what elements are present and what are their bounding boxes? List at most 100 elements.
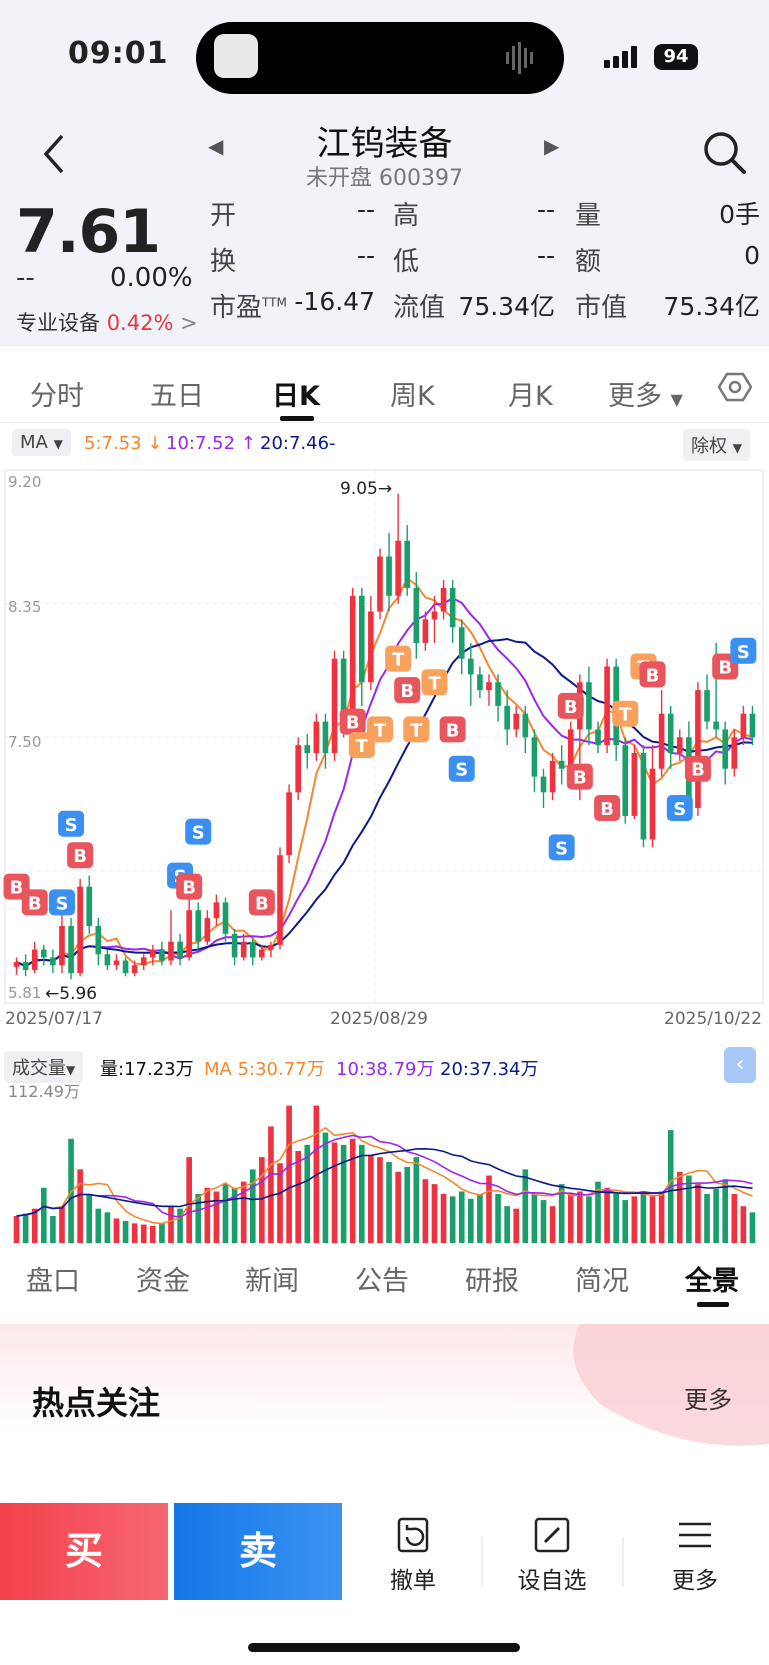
marker-label: T xyxy=(374,720,387,741)
volume-bar xyxy=(86,1193,93,1243)
volume-bar xyxy=(395,1171,401,1243)
candle-body xyxy=(268,944,274,950)
volume-bars xyxy=(13,1105,756,1243)
volume-bar xyxy=(259,1157,265,1243)
dropdown-arrow-icon: ▼ xyxy=(53,437,63,451)
settings-hexagon-icon[interactable] xyxy=(718,372,752,402)
trade-action-bar: 买 卖 撤单 设自选 更多 xyxy=(0,1503,769,1665)
buy-button[interactable]: 买 xyxy=(0,1503,168,1600)
volume-bar xyxy=(386,1162,392,1243)
volume-bar xyxy=(268,1126,274,1243)
ma-selector[interactable]: MA ▼ xyxy=(12,429,71,456)
volume-bar xyxy=(713,1189,719,1243)
marker-label: B xyxy=(346,713,360,734)
volume-bar xyxy=(40,1187,47,1243)
candle-body xyxy=(159,949,165,961)
marker-label: B xyxy=(573,768,587,789)
marker-label: S xyxy=(673,799,686,820)
candlestick-chart[interactable]: BBSSBSBSBBTTTBTTBSSBBBTTBSBBS 9.20 8.35 … xyxy=(0,465,769,1025)
info-tabs: 盘口 资金 新闻 公告 研报 简况 全景 xyxy=(0,1245,769,1311)
max-price-label: 9.05→ xyxy=(340,479,392,499)
candle-body xyxy=(640,753,647,840)
menu-icon xyxy=(679,1522,711,1548)
candle-body xyxy=(331,658,338,754)
volume-max-label: 112.49万 xyxy=(8,1082,80,1101)
candle-body xyxy=(531,737,538,777)
adjust-selector[interactable]: 除权 ▼ xyxy=(683,429,750,461)
x-tick: 2025/08/29 xyxy=(330,1009,428,1025)
cancel-order-button[interactable]: 撤单 xyxy=(358,1515,468,1595)
hot-topics-more[interactable]: 更多 xyxy=(684,1380,732,1415)
candle-body xyxy=(349,595,356,722)
candle-body xyxy=(86,886,93,926)
add-watchlist-button[interactable]: 设自选 xyxy=(497,1515,607,1595)
marker-label: S xyxy=(455,760,468,781)
tab-announcements[interactable]: 公告 xyxy=(355,1259,409,1298)
field-value-pe: -16.47 xyxy=(294,287,375,316)
dropdown-arrow-icon: ▼ xyxy=(732,441,742,455)
candle-body xyxy=(77,886,83,974)
tab-profile[interactable]: 简况 xyxy=(575,1259,629,1298)
tab-more[interactable]: 更多 ▼ xyxy=(608,374,683,413)
chevron-right-icon: > xyxy=(180,311,198,335)
x-tick: 2025/10/22 xyxy=(664,1009,762,1025)
marker-label: B xyxy=(73,846,87,867)
volume-bar xyxy=(449,1196,456,1243)
candle-body xyxy=(31,949,38,970)
tab-weekly-k[interactable]: 周K xyxy=(390,374,435,413)
volume-bar xyxy=(531,1193,538,1243)
candle-body xyxy=(168,941,174,961)
volume-bar xyxy=(195,1193,202,1243)
dynamic-island[interactable] xyxy=(196,22,564,94)
candle-body xyxy=(259,949,265,958)
candle-body xyxy=(586,682,592,730)
field-value-volume: 0手 xyxy=(719,200,760,229)
volume-bar xyxy=(331,1142,338,1243)
home-indicator xyxy=(248,1643,520,1652)
tab-order-book[interactable]: 盘口 xyxy=(26,1259,80,1298)
tab-daily-k[interactable]: 日K xyxy=(272,374,320,413)
volume-bar xyxy=(22,1213,29,1243)
sell-button[interactable]: 卖 xyxy=(174,1503,342,1600)
volume-bar xyxy=(95,1208,102,1243)
candle-body xyxy=(740,713,747,738)
tab-five-day[interactable]: 五日 xyxy=(150,374,204,413)
undo-order-icon xyxy=(397,1517,429,1553)
volume-bar xyxy=(704,1193,710,1243)
volume-bar xyxy=(104,1212,111,1243)
tab-intraday[interactable]: 分时 xyxy=(30,374,84,413)
field-value-market-cap: 75.34亿 xyxy=(663,292,760,321)
candle-body xyxy=(386,556,392,596)
candle-body xyxy=(59,925,65,966)
divider xyxy=(622,1537,624,1587)
volume-bar xyxy=(413,1157,420,1243)
marker-label: T xyxy=(356,736,369,757)
more-actions-button[interactable]: 更多 xyxy=(640,1515,750,1595)
pe-label-sup: TTM xyxy=(262,295,287,310)
tab-overview[interactable]: 全景 xyxy=(685,1259,739,1298)
volume-bar xyxy=(204,1187,211,1243)
x-tick: 2025/07/17 xyxy=(5,1009,103,1025)
tab-research[interactable]: 研报 xyxy=(465,1259,519,1298)
tab-news[interactable]: 新闻 xyxy=(245,1259,299,1298)
candle-body xyxy=(604,666,610,746)
min-price-value: 5.96 xyxy=(59,984,97,1004)
volume-bar xyxy=(440,1193,447,1243)
tab-funds[interactable]: 资金 xyxy=(136,1259,190,1298)
marker-label: B xyxy=(182,878,196,899)
field-label-turnover: 换 xyxy=(210,247,237,277)
volume-bar xyxy=(113,1218,120,1243)
tab-monthly-k[interactable]: 月K xyxy=(508,374,553,413)
island-avatar xyxy=(214,34,258,78)
marker-label: B xyxy=(646,665,660,686)
candle-body xyxy=(313,721,320,754)
industry-link[interactable]: 专业设备 0.42% > xyxy=(16,307,198,337)
volume-bar xyxy=(676,1171,683,1243)
candle-body xyxy=(722,729,729,769)
next-stock-arrow-icon[interactable]: ▶ xyxy=(544,134,559,158)
max-price-value: 9.05 xyxy=(340,479,378,499)
search-icon[interactable] xyxy=(700,128,748,176)
more-actions-label: 更多 xyxy=(672,1568,718,1594)
quote-panel: 7.61 -- 0.00% 专业设备 0.42% > 开 -- 高 -- 量 0… xyxy=(0,195,769,345)
marker-label: T xyxy=(392,650,405,671)
